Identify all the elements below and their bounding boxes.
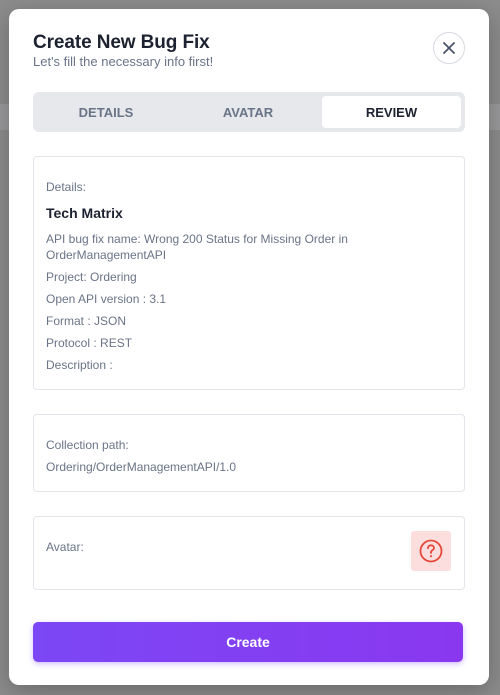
details-name: Tech Matrix <box>46 205 123 221</box>
openapi-version-value: Open API version : 3.1 <box>46 292 167 306</box>
details-card: Details: Tech Matrix API bug fix name: W… <box>33 156 465 390</box>
tab-review[interactable]: REVIEW <box>322 96 461 128</box>
create-bug-fix-modal: Create New Bug Fix Let's fill the necess… <box>9 9 489 685</box>
details-heading: Details: <box>46 180 87 194</box>
collection-heading: Collection path: <box>46 438 129 452</box>
step-tabs: DETAILS AVATAR REVIEW <box>33 92 465 132</box>
create-button[interactable]: Create <box>33 622 463 662</box>
close-button[interactable] <box>433 32 465 64</box>
modal-subtitle: Let's fill the necessary info first! <box>33 54 214 69</box>
project-value: Project: Ordering <box>46 270 137 284</box>
close-icon <box>443 42 455 54</box>
collection-path: Ordering/OrderManagementAPI/1.0 <box>46 460 237 474</box>
collection-card: Collection path: Ordering/OrderManagemen… <box>33 414 465 492</box>
bug-fix-name: API bug fix name: Wrong 200 Status for M… <box>46 232 348 262</box>
tab-avatar[interactable]: AVATAR <box>179 96 317 128</box>
tab-details[interactable]: DETAILS <box>37 96 175 128</box>
avatar-card: Avatar: <box>33 516 465 590</box>
question-circle-icon <box>419 539 443 563</box>
protocol-value: Protocol : REST <box>46 336 133 350</box>
avatar-heading: Avatar: <box>46 540 84 554</box>
format-value: Format : JSON <box>46 314 127 328</box>
avatar-preview <box>411 531 451 571</box>
modal-title: Create New Bug Fix <box>33 32 210 53</box>
description-value: Description : <box>46 358 113 372</box>
